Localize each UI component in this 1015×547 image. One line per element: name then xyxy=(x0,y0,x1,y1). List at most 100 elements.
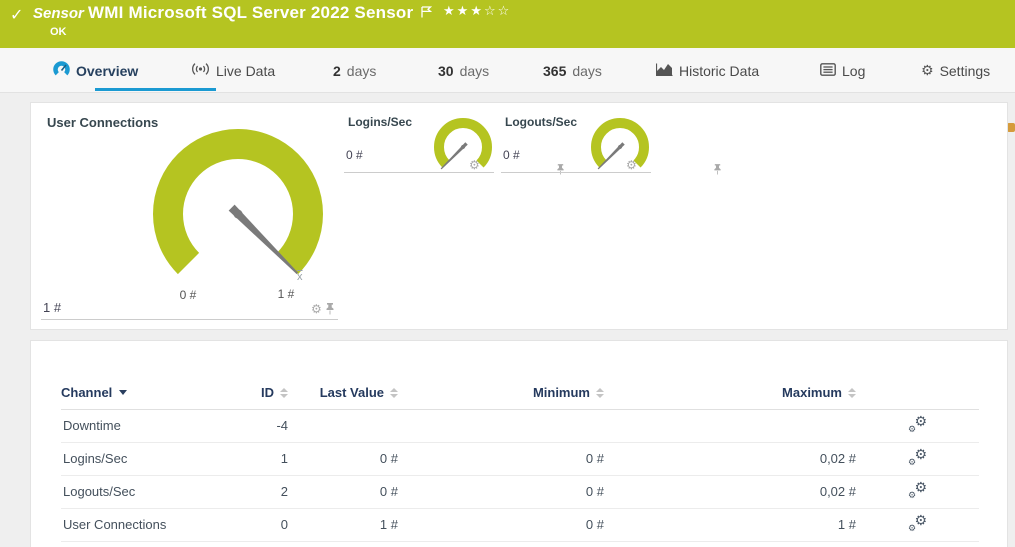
log-icon xyxy=(820,63,836,79)
gauge-settings-gear-icon[interactable]: ⚙ xyxy=(469,158,480,172)
channel-settings-gears-icon[interactable]: ⚙⚙ xyxy=(908,449,927,466)
gauge-panel-logins[interactable]: Logins/Sec 0 # ⚙ xyxy=(344,111,494,173)
column-header-maximum[interactable]: Maximum xyxy=(604,377,856,409)
channel-settings-cell: ⚙⚙ xyxy=(856,508,979,541)
channel-settings-cell: ⚙⚙ xyxy=(856,409,979,442)
minimum-value: 0 # xyxy=(398,475,604,508)
channel-table-body: Downtime-4⚙⚙Logins/Sec10 #0 #0,02 #⚙⚙Log… xyxy=(61,409,979,541)
gauge-current-value: 0 # xyxy=(346,148,363,162)
channel-id: -4 xyxy=(256,409,288,442)
gauge-title: Logins/Sec xyxy=(348,115,412,129)
channel-id: 2 xyxy=(256,475,288,508)
tab-label: Live Data xyxy=(216,63,275,79)
table-row[interactable]: Logouts/Sec20 #0 #0,02 #⚙⚙ xyxy=(61,475,979,508)
object-kind-label: Sensor xyxy=(33,5,84,22)
gauge-settings-gear-icon[interactable]: ⚙ xyxy=(311,302,322,316)
tab-label: days xyxy=(347,63,377,79)
star-filled-icon[interactable]: ★ xyxy=(457,4,471,19)
tab-label: Overview xyxy=(76,63,138,79)
sort-icon xyxy=(848,388,856,398)
star-filled-icon[interactable]: ★ xyxy=(470,4,484,19)
tab-log[interactable]: Log xyxy=(820,48,865,93)
channel-settings-cell: ⚙⚙ xyxy=(856,442,979,475)
tab-label: days xyxy=(572,63,602,79)
tab-label: days xyxy=(460,63,490,79)
gauge-tools: ⚙ xyxy=(626,158,637,172)
panel-divider xyxy=(41,319,338,320)
logouts-gauge xyxy=(588,117,652,177)
maximum-value: 1 # xyxy=(604,508,856,541)
column-header-id[interactable]: ID xyxy=(256,377,288,409)
gauge-settings-gear-icon[interactable]: ⚙ xyxy=(626,158,637,172)
maximum-value: 0,02 # xyxy=(604,475,856,508)
table-header-row: Channel ID Last Value Minimum Maximum xyxy=(61,377,979,409)
tab-label: Historic Data xyxy=(679,63,759,79)
last-value: 0 # xyxy=(288,475,398,508)
sort-desc-icon xyxy=(119,390,127,395)
tab-30-days[interactable]: 30 days xyxy=(438,48,489,93)
maximum-value xyxy=(604,409,856,442)
tab-number: 30 xyxy=(438,63,454,79)
sensor-header-bar: ✓ Sensor WMI Microsoft SQL Server 2022 S… xyxy=(0,0,1015,48)
tab-overview[interactable]: Overview xyxy=(53,48,138,93)
channel-table: Channel ID Last Value Minimum Maximum xyxy=(61,377,979,542)
pin-icon[interactable] xyxy=(713,164,722,175)
sensor-title: WMI Microsoft SQL Server 2022 Sensor xyxy=(88,3,413,23)
channel-settings-gears-icon[interactable]: ⚙⚙ xyxy=(908,515,927,532)
column-header-actions xyxy=(856,377,979,409)
maximum-value: 0,02 # xyxy=(604,442,856,475)
gauge-icon xyxy=(53,61,70,81)
channel-name[interactable]: Logins/Sec xyxy=(61,442,256,475)
sensor-status-text: OK xyxy=(50,26,67,38)
tab-historic-data[interactable]: Historic Data xyxy=(656,48,759,93)
star-empty-icon[interactable]: ☆ xyxy=(484,4,498,19)
star-empty-icon[interactable]: ☆ xyxy=(498,4,512,19)
table-row[interactable]: User Connections01 #0 #1 #⚙⚙ xyxy=(61,508,979,541)
prtg-sensor-page: ✓ Sensor WMI Microsoft SQL Server 2022 S… xyxy=(0,0,1015,547)
table-row[interactable]: Downtime-4 ⚙⚙ xyxy=(61,409,979,442)
status-ok-check-icon: ✓ xyxy=(10,5,23,24)
priority-stars[interactable]: ★★★☆☆ xyxy=(443,4,511,19)
gauge-tools: ⚙ xyxy=(469,158,480,172)
last-value xyxy=(288,409,398,442)
gauge-title: Logouts/Sec xyxy=(505,115,577,129)
column-header-last-value[interactable]: Last Value xyxy=(288,377,398,409)
sort-icon xyxy=(280,388,288,398)
tab-2-days[interactable]: 2 days xyxy=(333,48,376,93)
gear-icon: ⚙ xyxy=(921,63,934,79)
gauges-card: User Connections x 0 # 1 # 1 # ⚙ xyxy=(30,102,1008,330)
tab-live-data[interactable]: Live Data xyxy=(191,48,275,93)
column-header-channel[interactable]: Channel xyxy=(61,377,256,409)
channel-name[interactable]: User Connections xyxy=(61,508,256,541)
gauge-panel-logouts[interactable]: Logouts/Sec 0 # ⚙ xyxy=(501,111,651,173)
broadcast-icon xyxy=(191,62,210,79)
minimum-value: 0 # xyxy=(398,442,604,475)
tab-number: 2 xyxy=(333,63,341,79)
last-value: 0 # xyxy=(288,442,398,475)
star-filled-icon[interactable]: ★ xyxy=(443,4,457,19)
minimum-value xyxy=(398,409,604,442)
table-row[interactable]: Logins/Sec10 #0 #0,02 #⚙⚙ xyxy=(61,442,979,475)
sort-icon xyxy=(596,388,604,398)
gauge-scale-max: 1 # xyxy=(264,287,308,301)
tab-settings[interactable]: ⚙ Settings xyxy=(921,48,990,93)
tab-label: Settings xyxy=(940,63,991,79)
tab-label: Log xyxy=(842,63,865,79)
channel-settings-gears-icon[interactable]: ⚙⚙ xyxy=(908,482,927,499)
clipped-tab-fragment xyxy=(1007,123,1015,132)
pin-icon[interactable] xyxy=(325,303,335,315)
average-marker: x xyxy=(297,271,303,283)
logins-gauge xyxy=(431,117,495,177)
tab-365-days[interactable]: 365 days xyxy=(543,48,602,93)
column-header-minimum[interactable]: Minimum xyxy=(398,377,604,409)
tab-number: 365 xyxy=(543,63,566,79)
gauge-tools: ⚙ xyxy=(311,302,335,316)
channel-name[interactable]: Logouts/Sec xyxy=(61,475,256,508)
gauge-current-value: 1 # xyxy=(43,300,61,315)
channel-name[interactable]: Downtime xyxy=(61,409,256,442)
channel-settings-cell: ⚙⚙ xyxy=(856,475,979,508)
gauge-scale-min: 0 # xyxy=(166,288,210,302)
user-connections-gauge xyxy=(128,119,348,309)
channel-settings-gears-icon[interactable]: ⚙⚙ xyxy=(908,416,927,433)
flag-icon[interactable] xyxy=(421,5,432,23)
